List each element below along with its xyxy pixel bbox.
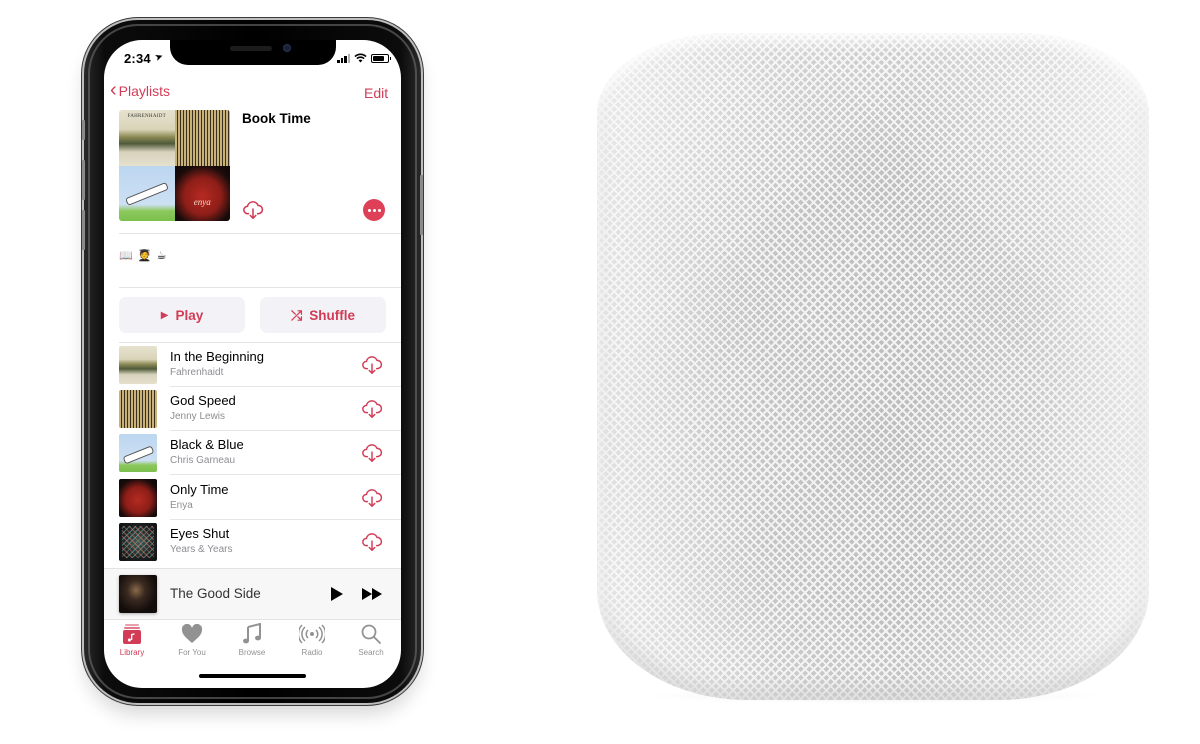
track-row[interactable]: Black & Blue Chris Garneau — [104, 431, 401, 475]
track-artwork — [119, 523, 157, 561]
side-button — [420, 175, 423, 235]
radio-icon — [299, 624, 325, 644]
artwork-tile-chris-garneau — [119, 165, 175, 221]
track-artwork — [119, 346, 157, 384]
homepod-speaker-image — [597, 33, 1149, 700]
cloud-download-icon[interactable] — [360, 487, 384, 509]
wifi-icon — [354, 53, 367, 63]
artwork-caption: FAHRENHAIDT — [127, 114, 166, 119]
back-to-playlists-button[interactable]: ‹ Playlists — [110, 79, 171, 101]
tab-label: Browse — [238, 648, 266, 657]
tab-label: For You — [178, 648, 206, 657]
shuffle-label: Shuffle — [309, 307, 355, 323]
track-artist: Fahrenhaidt — [170, 367, 224, 378]
cloud-download-icon[interactable] — [360, 398, 384, 420]
battery-icon — [371, 53, 391, 63]
volume-up-button — [82, 160, 85, 200]
track-artwork — [119, 390, 157, 428]
track-title: Eyes Shut — [170, 526, 230, 541]
mini-player[interactable]: The Good Side — [104, 568, 401, 620]
mute-switch — [82, 120, 85, 140]
divider — [119, 287, 401, 288]
tab-library[interactable]: Library — [104, 622, 160, 662]
track-title: In the Beginning — [170, 349, 264, 364]
heart-icon — [181, 624, 203, 643]
tab-radio[interactable]: Radio — [284, 622, 340, 662]
tab-search[interactable]: Search — [343, 622, 399, 662]
artwork-caption: enya — [193, 197, 211, 207]
cloud-download-icon[interactable] — [360, 442, 384, 464]
play-label: Play — [175, 307, 204, 323]
track-row[interactable]: In the Beginning Fahrenhaidt — [104, 343, 401, 387]
track-row[interactable]: God Speed Jenny Lewis — [104, 387, 401, 431]
track-title: God Speed — [170, 393, 236, 408]
track-artist: Chris Garneau — [170, 455, 236, 466]
track-artist: Years & Years — [170, 544, 233, 555]
track-artist: Enya — [170, 500, 193, 511]
notch — [170, 40, 336, 65]
earpiece-speaker — [230, 46, 272, 51]
edit-button[interactable]: Edit — [364, 85, 388, 101]
track-artwork — [119, 434, 157, 472]
music-note-icon — [243, 623, 261, 644]
front-camera — [283, 44, 291, 52]
divider — [119, 233, 401, 234]
now-playing-artwork — [119, 575, 157, 613]
cloud-download-icon[interactable] — [360, 354, 384, 376]
playlist-description: 📖 🧑‍🎓 ☕ — [119, 250, 168, 262]
home-indicator[interactable] — [199, 674, 306, 678]
playlist-title: Book Time — [242, 111, 311, 126]
now-playing-title: The Good Side — [170, 586, 261, 601]
track-title: Only Time — [170, 482, 229, 497]
track-artwork — [119, 479, 157, 517]
track-row[interactable]: Eyes Shut Years & Years — [104, 520, 401, 564]
tab-for-you[interactable]: For You — [164, 622, 220, 662]
cellular-signal-icon — [337, 53, 350, 63]
fast-forward-icon[interactable] — [360, 584, 384, 604]
chevron-left-icon: ‹ — [110, 79, 117, 101]
artwork-tile-fahrenhaidt: FAHRENHAIDT — [119, 110, 175, 166]
volume-down-button — [82, 210, 85, 250]
back-label: Playlists — [118, 83, 171, 99]
tab-label: Radio — [301, 648, 323, 657]
shuffle-button[interactable]: ⤮ Shuffle — [260, 297, 386, 333]
cloud-download-icon[interactable] — [242, 199, 264, 221]
library-icon — [123, 624, 141, 644]
status-time: 2:34 — [124, 51, 151, 66]
tab-label: Search — [358, 648, 384, 657]
more-options-button[interactable] — [363, 199, 385, 221]
playlist-artwork: FAHRENHAIDT enya — [119, 110, 230, 221]
shuffle-icon: ⤮ — [291, 306, 303, 323]
track-artist: Jenny Lewis — [170, 411, 226, 422]
track-title: Black & Blue — [170, 437, 244, 452]
artwork-tile-enya: enya — [174, 165, 230, 221]
cloud-download-icon[interactable] — [360, 531, 384, 553]
play-icon: ▶ — [160, 309, 169, 321]
tab-label: Library — [119, 648, 145, 657]
search-icon — [361, 624, 381, 644]
tab-browse[interactable]: Browse — [224, 622, 280, 662]
status-indicators — [337, 53, 391, 63]
play-icon[interactable] — [326, 584, 346, 604]
more-icon — [367, 208, 371, 212]
row-divider — [170, 474, 401, 475]
play-button[interactable]: ▶ Play — [119, 297, 245, 333]
artwork-tile-jenny-lewis — [174, 110, 230, 166]
track-row[interactable]: Only Time Enya — [104, 476, 401, 520]
